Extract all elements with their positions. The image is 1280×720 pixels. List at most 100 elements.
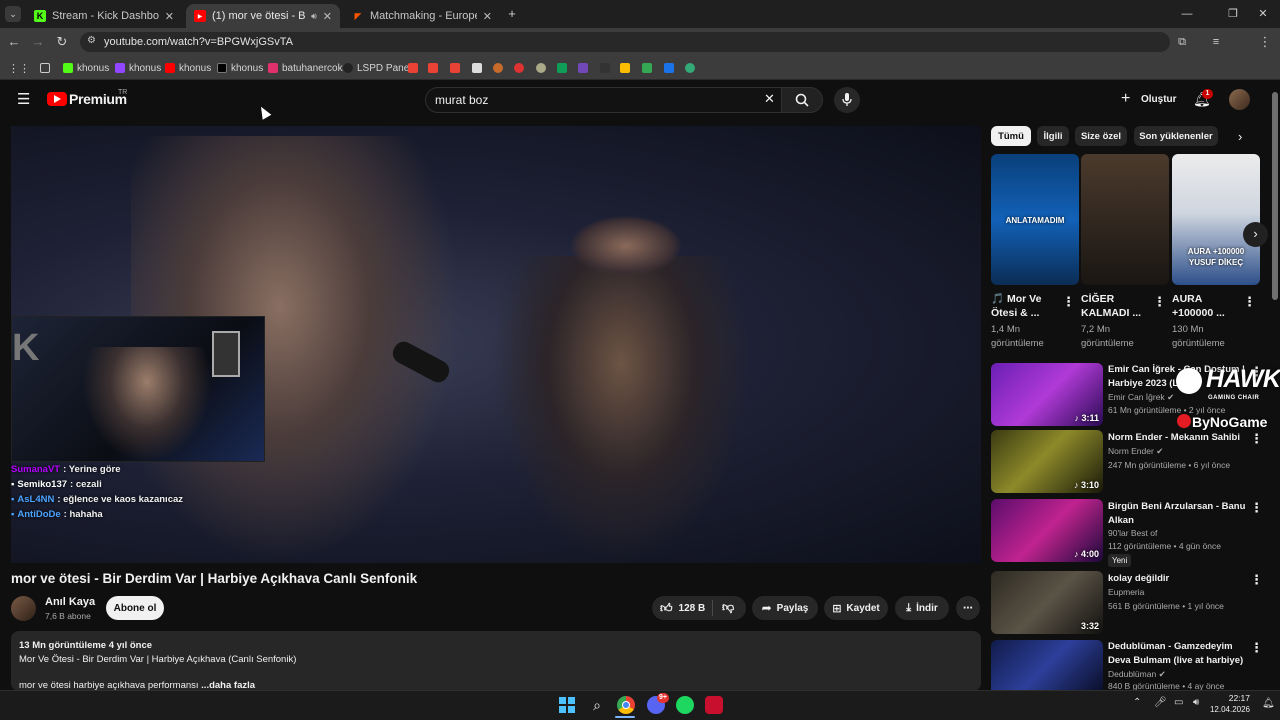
bookmark-gmail-2[interactable] <box>428 61 442 75</box>
channel-name[interactable]: Anıl Kaya <box>45 596 95 608</box>
reload-icon[interactable]: ↻ <box>54 34 70 50</box>
short-menu-icon[interactable]: ⋮ <box>1243 294 1256 310</box>
media-control-icon[interactable]: ≡ <box>1208 34 1224 50</box>
bookmark-twitch[interactable]: khonus <box>115 61 161 75</box>
short-title[interactable]: AURA +100000 ... <box>1172 292 1236 320</box>
browser-menu-icon[interactable]: ⋮ <box>1258 34 1272 50</box>
clock-time[interactable]: 22:17 <box>1212 693 1250 703</box>
chip-all[interactable]: Tümü <box>991 126 1031 146</box>
video-player[interactable]: K SumanaVT: Yerine göre ▪ Semiko137: ceza… <box>11 126 981 563</box>
related-channel[interactable]: 90'lar Best of <box>1108 527 1157 540</box>
related-thumbnail[interactable]: ♪ 3:11 <box>991 363 1103 426</box>
spotify-icon[interactable] <box>676 696 694 714</box>
short-thumbnail[interactable]: AURA +100000 YUSUF DİKEÇ <box>1172 154 1260 285</box>
short-title[interactable]: 🎵 Mor Ve Ötesi & ... <box>991 292 1055 320</box>
related-thumbnail[interactable]: 3:32 <box>991 571 1103 634</box>
related-menu-icon[interactable]: ⋮ <box>1250 640 1263 656</box>
microphone-icon[interactable]: 🎤︎ <box>1154 697 1167 708</box>
site-info-icon[interactable]: ⚙ <box>87 35 96 46</box>
tab-youtube-video[interactable]: ▶ (1) mor ve ötesi - Bir Derdi 🔊︎ ✕ <box>186 4 340 28</box>
bookmark-ext-5[interactable] <box>620 61 634 75</box>
short-thumbnail[interactable]: ANLATAMADIM <box>991 154 1079 285</box>
subscribe-button[interactable]: Abone ol <box>106 596 164 620</box>
bookmark-ext-2[interactable] <box>514 61 528 75</box>
related-title[interactable]: kolay değildir <box>1108 572 1248 586</box>
share-button[interactable]: ➦ Paylaş <box>752 596 818 620</box>
shorts-next-button[interactable]: › <box>1243 222 1268 247</box>
apps-icon[interactable]: ⋮⋮ <box>8 61 30 75</box>
save-button[interactable]: ⊞ Kaydet <box>824 596 888 620</box>
bookmark-sheets[interactable] <box>557 61 571 75</box>
like-count[interactable]: 128 B <box>679 603 706 614</box>
bookmark-gmail-1[interactable] <box>408 61 422 75</box>
more-actions-button[interactable]: ⋯ <box>956 596 980 620</box>
short-menu-icon[interactable]: ⋮ <box>1062 294 1075 310</box>
chevron-right-icon[interactable]: › <box>1238 129 1242 144</box>
bookmark-lspd-panel[interactable]: LSPD Panel <box>343 61 411 75</box>
create-button[interactable]: Oluştur <box>1141 94 1177 105</box>
bookmark-gmail-3[interactable] <box>450 61 464 75</box>
folder-icon[interactable] <box>40 61 54 75</box>
minimize-button[interactable]: — <box>1180 6 1194 22</box>
speaker-icon[interactable]: 🔊︎ <box>311 11 317 22</box>
volume-icon[interactable]: 🔊︎ <box>1193 697 1199 708</box>
short-menu-icon[interactable]: ⋮ <box>1153 294 1166 310</box>
related-thumbnail[interactable]: ♪ 4:00 <box>991 499 1103 562</box>
related-title[interactable]: Birgün Beni Arzularsan - Banu Alkan <box>1108 500 1248 527</box>
related-channel[interactable]: Eupmeria <box>1108 586 1144 599</box>
chip-recently-uploaded[interactable]: Son yüklenenler <box>1134 126 1218 146</box>
tab-kick-dashboard[interactable]: K Stream - Kick Dashboard ✕ <box>26 4 182 28</box>
related-title[interactable]: Norm Ender - Mekanın Sahibi <box>1108 431 1248 445</box>
bookmark-drive[interactable] <box>642 61 656 75</box>
tab-search-icon[interactable]: ⌄ <box>5 6 21 22</box>
search-input[interactable]: murat boz <box>425 87 781 113</box>
clock-date[interactable]: 12.04.2026 <box>1204 705 1250 714</box>
notification-center-icon[interactable]: 🔔︎ <box>1262 698 1275 709</box>
related-channel[interactable]: Emir Can İğrek ✔ <box>1108 391 1174 404</box>
related-menu-icon[interactable]: ⋮ <box>1250 431 1263 447</box>
close-icon[interactable]: ✕ <box>165 10 174 23</box>
related-thumbnail[interactable]: ♪ 3:10 <box>991 430 1103 493</box>
description-box[interactable]: 13 Mn görüntüleme 4 yıl önce Mor Ve Ötes… <box>11 631 981 691</box>
related-channel[interactable]: Norm Ender ✔ <box>1108 445 1163 458</box>
bookmark-ext-3[interactable] <box>536 61 550 75</box>
forward-icon[interactable]: → <box>30 34 46 50</box>
like-icon[interactable]: 👍︎ <box>660 601 673 616</box>
download-button[interactable]: ⤓ İndir <box>895 596 949 620</box>
bookmark-doc[interactable] <box>472 61 486 75</box>
search-icon[interactable]: ⌕ <box>588 696 606 714</box>
tray-overflow-icon[interactable]: ⌃ <box>1133 697 1141 708</box>
bookmark-instagram[interactable]: batuhanercok <box>268 61 343 75</box>
youtube-logo-icon[interactable] <box>47 92 67 106</box>
page-scrollbar-thumb[interactable] <box>1272 92 1278 300</box>
extensions-icon[interactable]: ⧉ <box>1174 34 1190 50</box>
windows-start-icon[interactable] <box>558 696 576 714</box>
bookmark-youtube[interactable]: khonus <box>165 61 211 75</box>
related-menu-icon[interactable]: ⋮ <box>1250 500 1263 516</box>
clear-search-icon[interactable]: ✕ <box>764 92 775 106</box>
voice-search-button[interactable] <box>834 87 860 113</box>
dislike-icon[interactable]: 👎︎ <box>722 600 734 615</box>
search-button[interactable] <box>781 87 823 113</box>
chip-related[interactable]: İlgili <box>1037 126 1069 146</box>
bookmark-forms[interactable] <box>578 61 592 75</box>
short-thumbnail[interactable] <box>1081 154 1169 285</box>
related-title[interactable]: Dedublüman - Gamzedeyim Deva Bulmam (liv… <box>1108 640 1248 667</box>
account-avatar[interactable] <box>1229 89 1250 110</box>
app-icon[interactable] <box>705 696 723 714</box>
bookmark-ext-4[interactable] <box>600 61 614 75</box>
maximize-button[interactable]: ❐ <box>1226 6 1240 22</box>
close-icon[interactable]: ✕ <box>323 10 332 23</box>
create-plus-icon[interactable]: + <box>1121 91 1130 107</box>
new-tab-button[interactable]: + <box>505 6 519 22</box>
related-menu-icon[interactable]: ⋮ <box>1250 572 1263 588</box>
window-close-button[interactable]: ✕ <box>1256 6 1270 22</box>
bookmark-kick[interactable]: khonus <box>63 61 109 75</box>
bookmark-ext-6[interactable] <box>664 61 678 75</box>
bookmark-ext-1[interactable] <box>493 61 507 75</box>
chrome-icon[interactable] <box>617 696 635 714</box>
address-bar[interactable]: ⚙ youtube.com/watch?v=BPGWxjGSvTA <box>80 32 1170 52</box>
chip-for-you[interactable]: Size özel <box>1075 126 1127 146</box>
hamburger-menu-icon[interactable]: ☰ <box>17 92 30 107</box>
related-thumbnail[interactable] <box>991 640 1103 690</box>
